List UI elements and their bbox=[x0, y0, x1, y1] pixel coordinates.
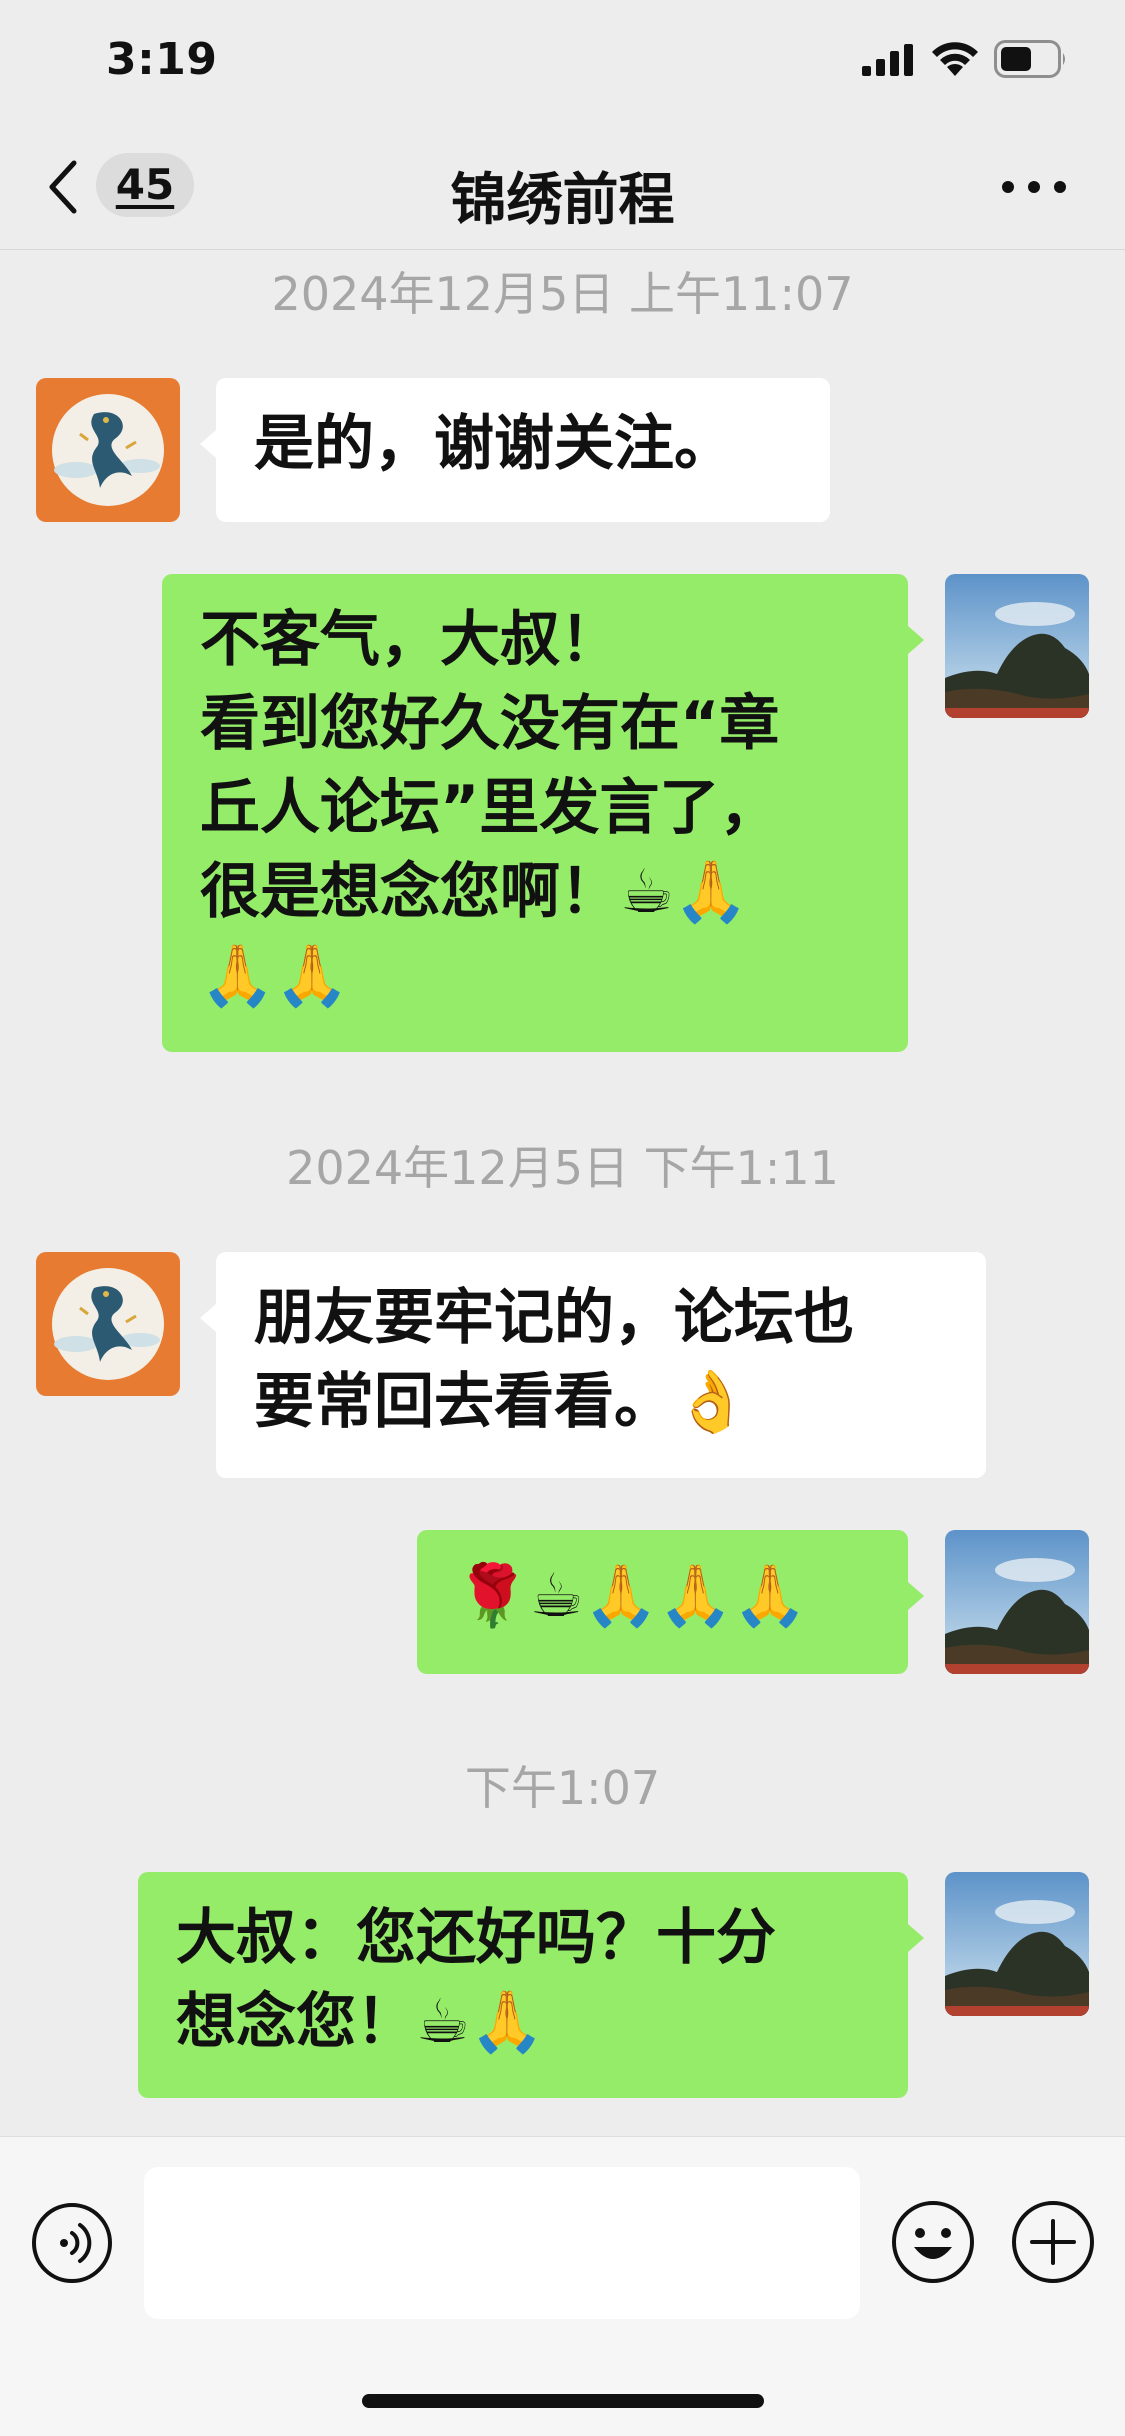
plus-icon[interactable] bbox=[1010, 2199, 1096, 2285]
chat-header: 45 锦绣前程 bbox=[0, 125, 1125, 250]
outgoing-message-bubble[interactable]: 大叔：您还好吗？十分 想念您！☕🙏 bbox=[138, 1872, 924, 2098]
dragon-avatar-image bbox=[36, 378, 180, 522]
dragon-avatar-image bbox=[36, 1252, 180, 1396]
chat-input-bar bbox=[0, 2136, 1125, 2436]
message-timestamp: 2024年12月5日 上午11:07 bbox=[271, 267, 854, 321]
landscape-avatar-image bbox=[945, 574, 1089, 718]
voice-icon[interactable] bbox=[30, 2201, 114, 2285]
message-input[interactable] bbox=[144, 2167, 860, 2319]
landscape-avatar-image bbox=[945, 1872, 1089, 2016]
home-indicator[interactable] bbox=[362, 2394, 764, 2408]
contact-avatar[interactable] bbox=[36, 378, 180, 522]
more-options-button[interactable] bbox=[994, 159, 1074, 215]
my-avatar[interactable] bbox=[945, 1872, 1089, 2016]
cellular-signal-icon bbox=[862, 44, 913, 76]
outgoing-message-bubble[interactable]: 🌹☕🙏🙏🙏 bbox=[417, 1530, 924, 1674]
wifi-icon bbox=[932, 42, 978, 76]
message-timestamp: 下午1:07 bbox=[464, 1761, 661, 1815]
incoming-message-bubble[interactable]: 是的，谢谢关注。 bbox=[200, 378, 830, 522]
emoji-icon[interactable] bbox=[890, 2199, 976, 2285]
status-bar: 3:19 bbox=[0, 0, 1125, 125]
message-timestamp: 2024年12月5日 下午1:11 bbox=[286, 1141, 839, 1195]
chevron-left-icon bbox=[49, 160, 77, 214]
unread-count-badge: 45 bbox=[96, 153, 194, 217]
status-time: 3:19 bbox=[106, 34, 218, 85]
my-avatar[interactable] bbox=[945, 574, 1089, 718]
my-avatar[interactable] bbox=[945, 1530, 1089, 1674]
incoming-message-bubble[interactable]: 朋友要牢记的，论坛也 要常回去看看。👌 bbox=[200, 1252, 986, 1478]
landscape-avatar-image bbox=[945, 1530, 1089, 1674]
more-icon bbox=[1002, 181, 1066, 193]
back-button[interactable]: 45 bbox=[40, 143, 200, 227]
battery-icon bbox=[994, 40, 1065, 78]
contact-avatar[interactable] bbox=[36, 1252, 180, 1396]
outgoing-message-bubble[interactable]: 不客气，大叔！ 看到您好久没有在“章 丘人论坛”里发言了， 很是想念您啊！☕🙏 … bbox=[162, 574, 924, 1052]
